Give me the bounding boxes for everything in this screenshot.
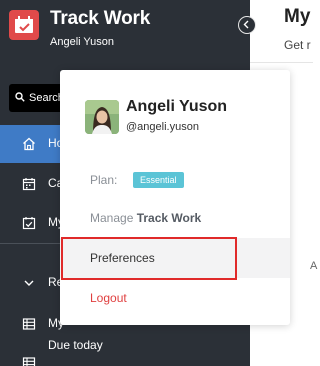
manage-prefix: Manage (90, 211, 134, 225)
user-menu-popup: Angeli Yuson @angeli.yuson Plan: Essenti… (60, 70, 290, 325)
calendar-icon (22, 178, 36, 191)
table-icon (22, 357, 36, 366)
logout-link[interactable]: Logout (90, 291, 127, 305)
collapse-sidebar-button[interactable] (238, 16, 256, 34)
avatar (85, 100, 119, 134)
logo-icon (15, 16, 33, 33)
home-icon (23, 137, 35, 151)
avatar-photo-icon (85, 100, 119, 134)
plan-badge: Essential (133, 172, 184, 188)
page-subtitle: Get r (284, 38, 311, 52)
preferences-menu-item[interactable]: Preferences (60, 238, 290, 278)
popup-user-name: Angeli Yuson (126, 98, 228, 115)
plan-label: Plan: (90, 173, 118, 187)
preferences-label: Preferences (90, 251, 155, 265)
sidebar-item-due-today[interactable]: Due today (0, 338, 250, 366)
manage-track-work-link[interactable]: Manage Track Work (90, 211, 201, 225)
search-icon (15, 92, 25, 102)
popup-user-handle: @angeli.yuson (126, 121, 199, 133)
manage-app-name: Track Work (136, 211, 202, 225)
sidebar-user-name: Angeli Yuson (50, 36, 115, 48)
partial-text: A (310, 260, 318, 272)
app-logo[interactable] (9, 10, 39, 40)
table-icon (22, 318, 36, 330)
header-divider (250, 62, 313, 63)
page-title: My (284, 6, 311, 27)
app-name: Track Work (50, 8, 151, 29)
brand-header: Track Work Angeli Yuson (0, 0, 250, 64)
chevron-left-icon (243, 20, 249, 29)
chevron-down-icon (24, 280, 34, 286)
task-icon (22, 217, 36, 230)
sidebar-item-label: Due today (48, 338, 103, 352)
